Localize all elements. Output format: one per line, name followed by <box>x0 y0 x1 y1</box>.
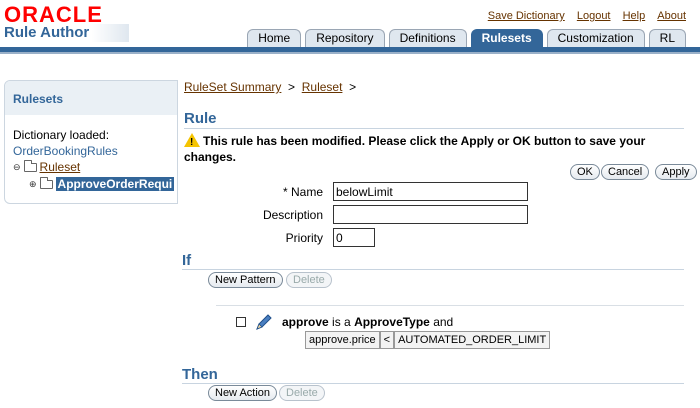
global-links: Save Dictionary Logout Help About <box>479 10 686 22</box>
if-section-divider <box>182 269 684 270</box>
tab-rl[interactable]: RL <box>648 29 686 47</box>
dictionary-name: OrderBookingRules <box>13 144 118 158</box>
folder-open-icon <box>23 159 37 172</box>
pattern-row: approve is a ApproveType and <box>236 312 453 332</box>
breadcrumb-separator: > <box>349 80 357 94</box>
if-section-title: If <box>182 252 192 269</box>
app-title: Rule Author <box>4 24 130 42</box>
logout-link[interactable]: Logout <box>577 10 611 22</box>
expand-icon[interactable]: ⊕ <box>29 179 37 190</box>
warning-icon <box>184 133 200 151</box>
help-link[interactable]: Help <box>623 10 646 22</box>
breadcrumb-separator: > <box>288 80 296 94</box>
sidebar-title: Rulesets <box>5 81 177 115</box>
tab-customization[interactable]: Customization <box>546 29 645 47</box>
tree-node-rule: ⊕ ApproveOrderRequi <box>29 176 175 191</box>
delete-action-button: Delete <box>279 385 325 401</box>
rule-section-title: Rule <box>184 110 217 127</box>
condition-operator[interactable]: < <box>379 331 395 349</box>
new-action-button[interactable]: New Action <box>208 385 278 401</box>
pattern-checkbox[interactable] <box>236 317 246 327</box>
pattern-variable: approve <box>282 315 329 329</box>
apply-button[interactable]: Apply <box>655 164 697 180</box>
cancel-button[interactable]: Cancel <box>601 164 650 180</box>
condition-left-operand[interactable]: approve.price <box>305 331 380 349</box>
delete-pattern-button: Delete <box>286 272 332 288</box>
new-pattern-button[interactable]: New Pattern <box>208 272 283 288</box>
collapse-icon[interactable]: ⊖ <box>13 162 21 173</box>
name-label: * Name <box>282 185 323 199</box>
pattern-type: ApproveType <box>354 315 430 329</box>
main-tabs: Home Repository Definitions Rulesets Cus… <box>247 29 686 47</box>
tree-rule-selected[interactable]: ApproveOrderRequi <box>55 177 175 191</box>
rule-section-divider <box>184 128 684 129</box>
description-field[interactable] <box>333 205 528 224</box>
condition-right-operand[interactable]: AUTOMATED_ORDER_LIMIT <box>394 331 551 349</box>
condition-row: approve.price < AUTOMATED_ORDER_LIMIT <box>305 331 551 349</box>
then-section-title: Then <box>182 366 218 383</box>
pattern-and: and <box>433 315 454 329</box>
tab-home[interactable]: Home <box>247 29 302 47</box>
ok-button[interactable]: OK <box>570 164 600 180</box>
warning-text: This rule has been modified. Please clic… <box>184 134 646 164</box>
tab-bar-shadow <box>0 52 700 54</box>
tab-rulesets[interactable]: Rulesets <box>470 29 543 47</box>
save-dictionary-link[interactable]: Save Dictionary <box>488 10 565 22</box>
pattern-divider <box>216 305 684 306</box>
warning-message: This rule has been modified. Please clic… <box>184 133 684 165</box>
description-label: Description <box>262 208 323 222</box>
folder-icon <box>39 176 53 189</box>
dictionary-loaded-label: Dictionary loaded: <box>13 128 110 142</box>
priority-label: Priority <box>285 231 323 245</box>
tree-ruleset-link[interactable]: Ruleset <box>40 160 81 174</box>
then-section-divider <box>182 383 684 384</box>
pencil-icon[interactable] <box>254 312 274 332</box>
tree-node-ruleset: ⊖ Ruleset <box>13 159 81 174</box>
oracle-logo: ORACLE <box>4 2 103 27</box>
pattern-is-a: is a <box>332 315 351 329</box>
breadcrumb: RuleSet Summary > Ruleset > <box>184 80 356 94</box>
tab-definitions[interactable]: Definitions <box>388 29 467 47</box>
name-field[interactable] <box>333 182 528 201</box>
priority-field[interactable] <box>333 228 375 247</box>
tab-repository[interactable]: Repository <box>305 29 385 47</box>
sidebar-panel: Rulesets Dictionary loaded: OrderBooking… <box>4 80 178 204</box>
breadcrumb-ruleset-summary[interactable]: RuleSet Summary <box>184 80 281 94</box>
about-link[interactable]: About <box>657 10 686 22</box>
breadcrumb-ruleset[interactable]: Ruleset <box>302 80 343 94</box>
